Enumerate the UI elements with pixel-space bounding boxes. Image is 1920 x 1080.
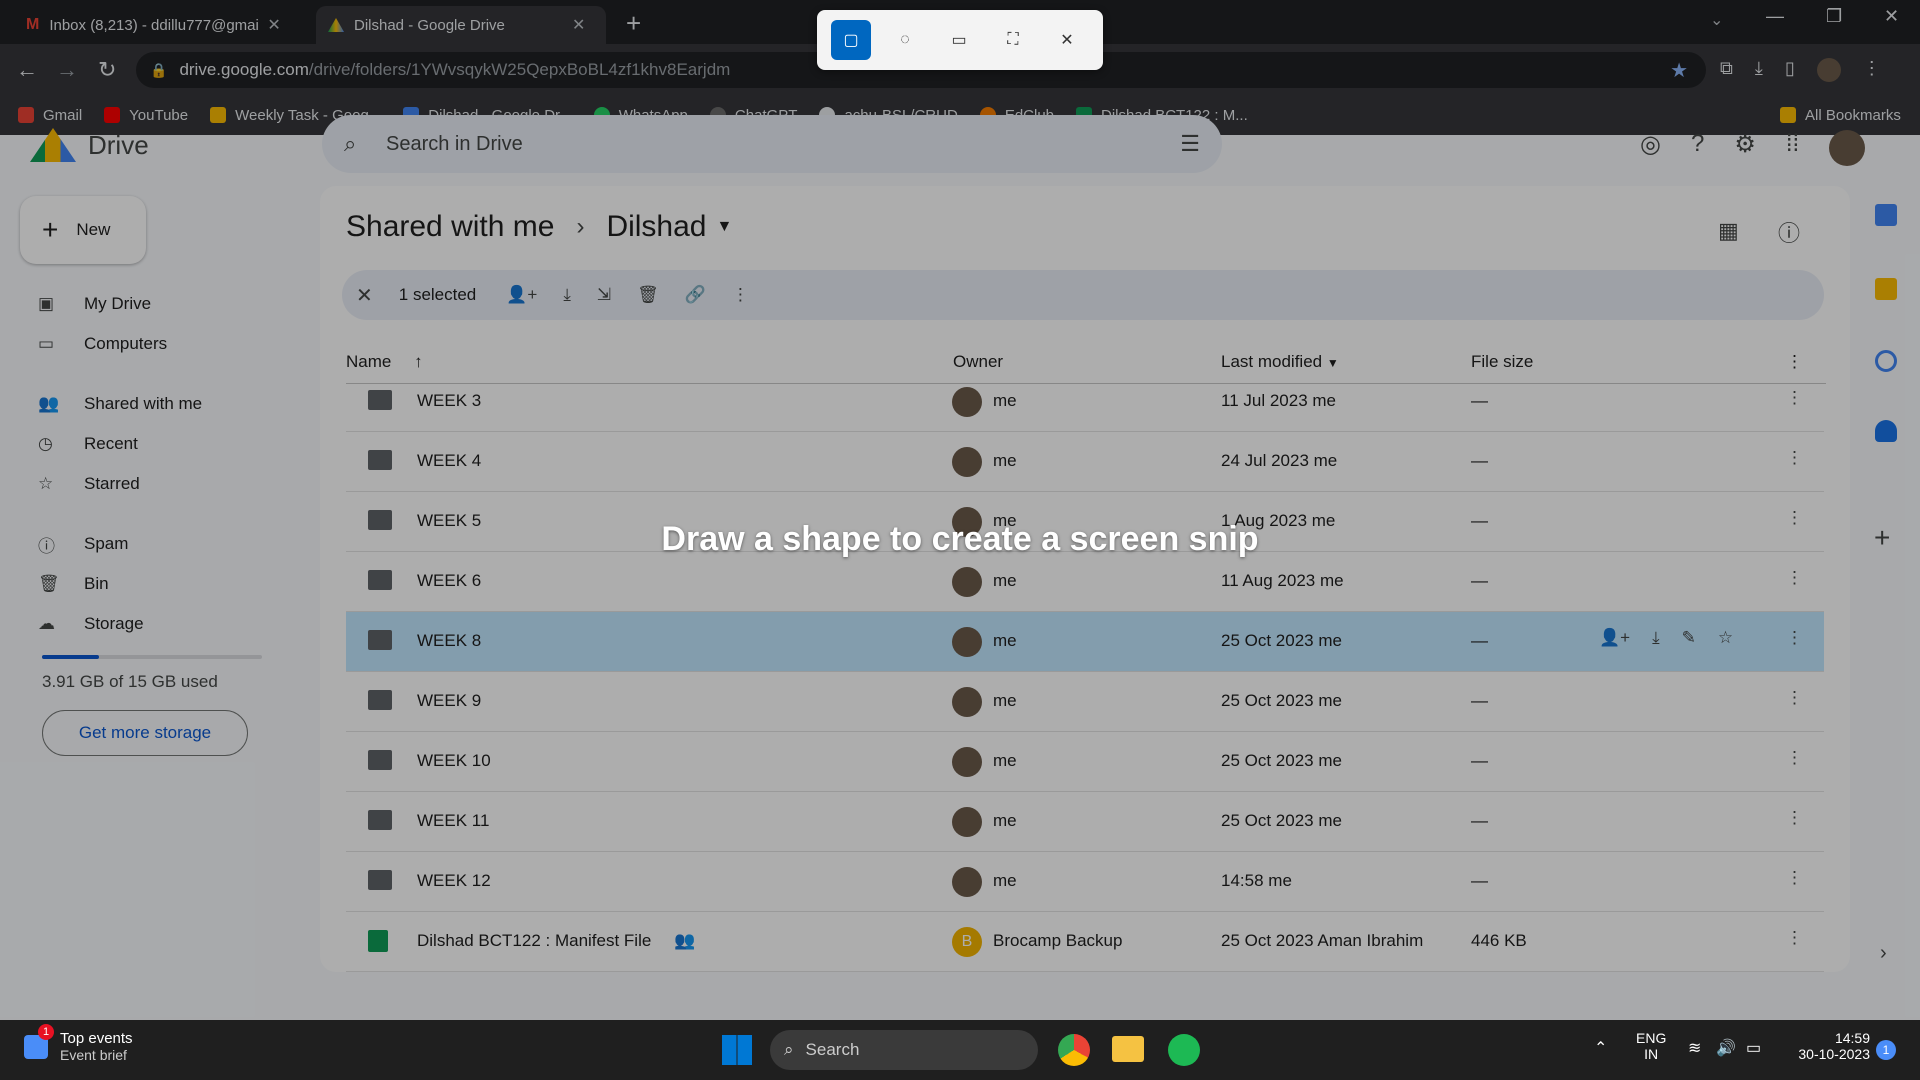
search-icon: ⌕ <box>784 1040 794 1059</box>
clock-time: 14:59 <box>1834 1030 1870 1046</box>
windows-start-icon[interactable] <box>722 1035 752 1065</box>
news-widget[interactable]: 1 Top events Event brief <box>24 1024 133 1063</box>
region-code: IN <box>1644 1046 1659 1062</box>
freeform-snip-icon[interactable]: ◌ <box>885 20 925 60</box>
close-icon[interactable]: ✕ <box>1047 20 1087 60</box>
clock[interactable]: 14:59 30-10-2023 <box>1780 1030 1870 1062</box>
fullscreen-snip-icon[interactable]: ⛶ <box>993 20 1033 60</box>
tray-chevron-icon[interactable]: ⌃ <box>1594 1038 1607 1058</box>
wifi-icon[interactable]: ≋ <box>1688 1038 1701 1058</box>
news-subtitle: Event brief <box>60 1047 127 1063</box>
taskbar-search[interactable]: ⌕ Search <box>770 1030 1038 1070</box>
news-title: Top events <box>60 1030 133 1047</box>
snip-toolbar: ▢ ◌ ▭ ⛶ ✕ <box>817 10 1103 70</box>
rectangle-snip-icon[interactable]: ▢ <box>831 20 871 60</box>
taskbar: 1 Top events Event brief ⌕ Search ⌃ ENG … <box>0 1020 1920 1080</box>
notification-badge[interactable]: 1 <box>1876 1040 1896 1060</box>
snip-overlay[interactable] <box>0 0 1920 1020</box>
taskbar-search-label: Search <box>805 1040 860 1059</box>
snip-message: Draw a shape to create a screen snip <box>661 520 1259 558</box>
file-explorer-icon[interactable] <box>1112 1036 1144 1062</box>
chrome-icon[interactable] <box>1058 1034 1090 1066</box>
spotify-icon[interactable] <box>1168 1034 1200 1066</box>
news-badge: 1 <box>38 1024 54 1040</box>
language-indicator[interactable]: ENG IN <box>1636 1030 1666 1062</box>
volume-icon[interactable]: 🔊 <box>1716 1038 1736 1058</box>
language-code: ENG <box>1636 1030 1667 1046</box>
window-snip-icon[interactable]: ▭ <box>939 20 979 60</box>
clock-date: 30-10-2023 <box>1798 1046 1870 1062</box>
battery-icon[interactable]: ▭ <box>1746 1038 1761 1058</box>
